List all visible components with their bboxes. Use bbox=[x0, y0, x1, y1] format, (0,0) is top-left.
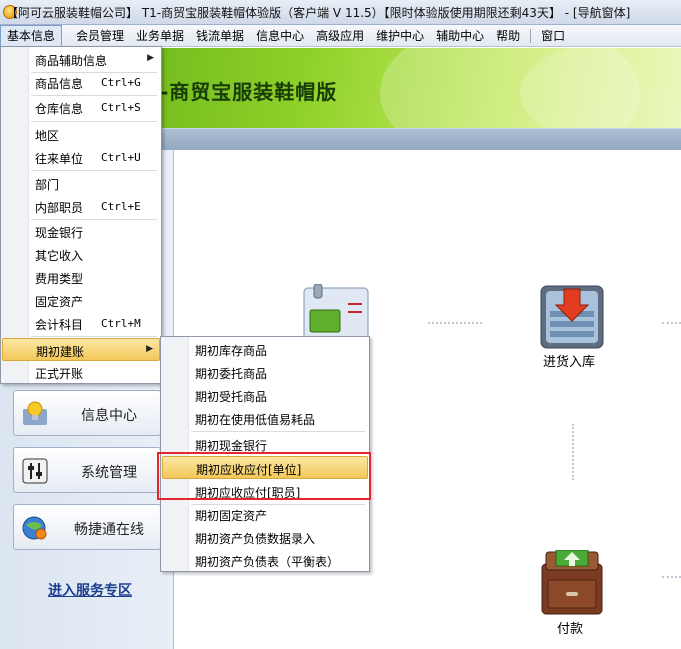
submenu-item-opening-consumables[interactable]: 期初在使用低值易耗品 bbox=[162, 407, 368, 430]
menu-item-accounts[interactable]: 会计科目 Ctrl+M bbox=[2, 312, 160, 335]
menu-item-label: 费用类型 bbox=[35, 272, 84, 286]
menu-item-department[interactable]: 部门 bbox=[2, 172, 160, 195]
submenu-item-label: 期初库存商品 bbox=[195, 344, 268, 358]
submenu-item-opening-consigned-in[interactable]: 期初受托商品 bbox=[162, 384, 368, 407]
menu-item-shortcut: Ctrl+U bbox=[101, 151, 141, 164]
menu-item-cash-bank[interactable]: 现金银行 bbox=[2, 220, 160, 243]
flow-connector bbox=[662, 322, 681, 324]
submenu-item-label: 期初委托商品 bbox=[195, 367, 268, 381]
menu-item-warehouse-info[interactable]: 仓库信息 Ctrl+S bbox=[2, 96, 160, 119]
annotation-highlight-box bbox=[157, 452, 371, 500]
menu-separator bbox=[31, 336, 157, 337]
lightbulb-icon bbox=[23, 401, 47, 425]
submenu-item-label: 期初在使用低值易耗品 bbox=[195, 413, 316, 427]
menu-item-label: 仓库信息 bbox=[35, 102, 84, 116]
menu-item-shortcut: Ctrl+S bbox=[101, 101, 141, 114]
menu-separator bbox=[31, 121, 157, 122]
submenu-arrow-icon: ▶ bbox=[146, 344, 153, 354]
submenu-item-opening-balance-sheet[interactable]: 期初资产负债表（平衡表） bbox=[162, 549, 368, 572]
submenu-item-opening-stock[interactable]: 期初库存商品 bbox=[162, 338, 368, 361]
menu-basic-info[interactable]: 基本信息 bbox=[0, 25, 63, 47]
nav-button-system-admin[interactable]: 系统管理 bbox=[13, 447, 161, 493]
sales-document-icon[interactable] bbox=[302, 284, 370, 340]
menu-item-region[interactable]: 地区 bbox=[2, 123, 160, 146]
menu-separator bbox=[191, 431, 365, 432]
menu-item-label: 其它收入 bbox=[35, 249, 84, 263]
title-bar: 【阿可云服装鞋帽公司】 T1-商贸宝服装鞋帽体验版（客户端 V 11.5）【限时… bbox=[0, 0, 681, 25]
window-title: 【阿可云服装鞋帽公司】 T1-商贸宝服装鞋帽体验版（客户端 V 11.5）【限时… bbox=[6, 6, 631, 20]
payment-label: 付款 bbox=[557, 622, 584, 637]
menu-item-shortcut: Ctrl+G bbox=[101, 76, 141, 89]
menu-item-label: 部门 bbox=[35, 178, 60, 192]
menu-advanced[interactable]: 高级应用 bbox=[310, 25, 370, 47]
settings-sliders-icon bbox=[22, 458, 48, 484]
warehouse-inbound-icon[interactable] bbox=[540, 285, 604, 349]
menu-item-formal-open[interactable]: 正式开账 bbox=[2, 361, 160, 384]
menu-separator bbox=[530, 29, 532, 43]
banner-title: -商贸宝服装鞋帽版 bbox=[160, 80, 338, 104]
submenu-item-label: 期初固定资产 bbox=[195, 509, 268, 523]
menu-item-expense-type[interactable]: 费用类型 bbox=[2, 266, 160, 289]
menu-cashflow-docs[interactable]: 钱流单据 bbox=[190, 25, 250, 47]
menu-assist[interactable]: 辅助中心 bbox=[430, 25, 490, 47]
submenu-item-label: 期初资产负债表（平衡表） bbox=[195, 555, 340, 569]
menu-item-label: 正式开账 bbox=[35, 367, 84, 381]
menu-item-fixed-assets[interactable]: 固定资产 bbox=[2, 289, 160, 312]
menu-item-product-aux[interactable]: 商品辅助信息 ▶ bbox=[2, 48, 160, 71]
menu-item-staff[interactable]: 内部职员 Ctrl+E bbox=[2, 195, 160, 218]
menu-info-center[interactable]: 信息中心 bbox=[250, 25, 310, 47]
purchase-in-label: 进货入库 bbox=[543, 355, 596, 370]
menu-item-label: 地区 bbox=[35, 129, 60, 143]
flow-connector bbox=[572, 424, 574, 480]
menu-item-partners[interactable]: 往来单位 Ctrl+U bbox=[2, 146, 160, 169]
menu-item-label: 往来单位 bbox=[35, 152, 84, 166]
menu-item-product-info[interactable]: 商品信息 Ctrl+G bbox=[2, 71, 160, 94]
payment-drawer-icon[interactable] bbox=[540, 550, 604, 616]
submenu-item-opening-consigned-out[interactable]: 期初委托商品 bbox=[162, 361, 368, 384]
menu-item-opening-accounts[interactable]: 期初建账 ▶ bbox=[2, 338, 160, 361]
nav-button-info-center[interactable]: 信息中心 bbox=[13, 390, 161, 436]
nav-label: 信息中心 bbox=[81, 408, 137, 424]
menu-separator bbox=[31, 170, 157, 171]
menu-item-label: 现金银行 bbox=[35, 226, 84, 240]
submenu-arrow-icon: ▶ bbox=[147, 53, 154, 63]
menu-window[interactable]: 窗口 bbox=[535, 25, 571, 47]
menu-item-other-income[interactable]: 其它收入 bbox=[2, 243, 160, 266]
menu-business-docs[interactable]: 业务单据 bbox=[130, 25, 190, 47]
nav-label: 系统管理 bbox=[81, 465, 137, 481]
menu-item-label: 固定资产 bbox=[35, 295, 84, 309]
menu-bar: 基本信息 会员管理 业务单据 钱流单据 信息中心 高级应用 维护中心 辅助中心 … bbox=[0, 25, 681, 47]
submenu-item-opening-fixed-assets[interactable]: 期初固定资产 bbox=[162, 503, 368, 526]
globe-icon bbox=[22, 516, 47, 540]
menu-item-label: 商品信息 bbox=[35, 77, 84, 91]
menu-maintenance[interactable]: 维护中心 bbox=[370, 25, 430, 47]
nav-label: 畅捷通在线 bbox=[74, 522, 144, 538]
flow-connector bbox=[662, 576, 681, 578]
menu-item-label: 会计科目 bbox=[35, 318, 84, 332]
menu-item-label: 内部职员 bbox=[35, 201, 84, 215]
submenu-item-opening-balance-entry[interactable]: 期初资产负债数据录入 bbox=[162, 526, 368, 549]
basic-info-dropdown: 商品辅助信息 ▶ 商品信息 Ctrl+G 仓库信息 Ctrl+S 地区 往来单位… bbox=[0, 46, 162, 384]
menu-item-shortcut: Ctrl+M bbox=[101, 317, 141, 330]
menu-member[interactable]: 会员管理 bbox=[70, 25, 130, 47]
menu-item-label: 商品辅助信息 bbox=[35, 54, 108, 68]
menu-item-shortcut: Ctrl+E bbox=[101, 200, 141, 213]
flow-connector bbox=[428, 322, 482, 324]
nav-button-chanjet-online[interactable]: 畅捷通在线 bbox=[13, 504, 161, 550]
service-zone-link[interactable]: 进入服务专区 bbox=[48, 580, 132, 600]
menu-help[interactable]: 帮助 bbox=[490, 25, 526, 47]
menu-item-label: 期初建账 bbox=[36, 345, 85, 359]
submenu-item-label: 期初受托商品 bbox=[195, 390, 268, 404]
submenu-item-label: 期初资产负债数据录入 bbox=[195, 532, 316, 546]
